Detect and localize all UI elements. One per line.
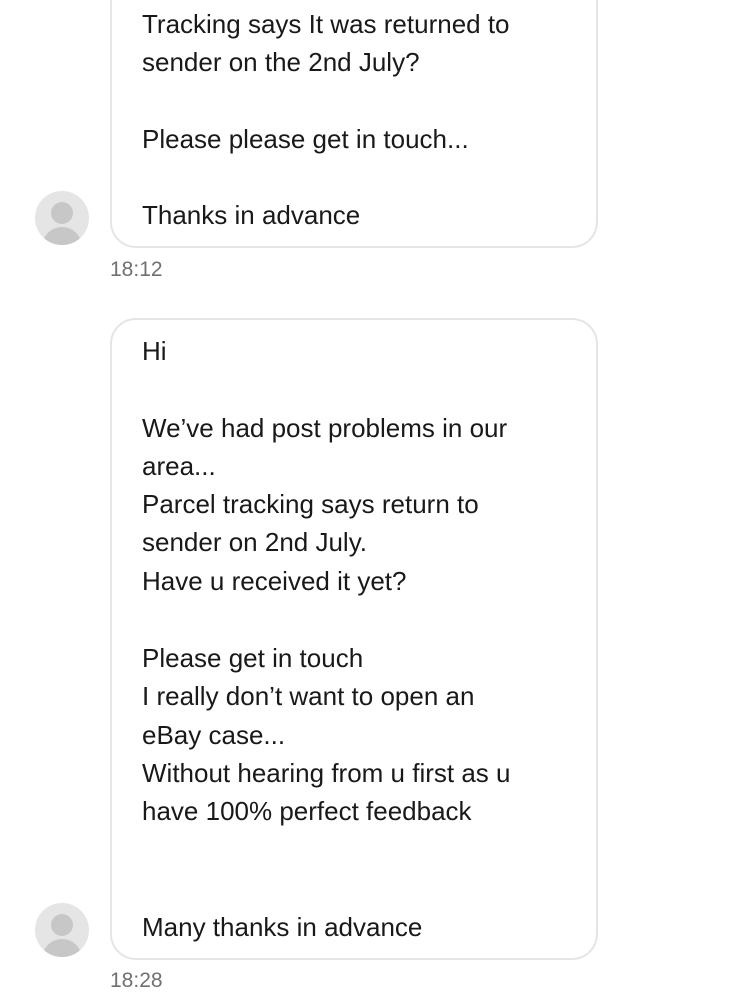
sender-avatar-icon: [35, 191, 89, 245]
message-line: area...: [142, 451, 216, 481]
message-line: have 100% perfect feedback: [142, 796, 472, 826]
avatar-head: [51, 914, 73, 936]
message-line: Hi: [142, 336, 167, 366]
message-line: I really don’t want to open an: [142, 681, 475, 711]
message-timestamp: 18:28: [110, 969, 163, 992]
message-bubble: Hi We’ve had post problems in our area..…: [110, 318, 598, 960]
message-line: Without hearing from u first as u: [142, 758, 511, 788]
message-line: Please please get in touch...: [142, 124, 469, 154]
message-line: eBay case...: [142, 720, 286, 750]
message-line: We’ve had post problems in our: [142, 413, 508, 443]
avatar-shoulders: [42, 227, 82, 245]
message-line: sender on the 2nd July?: [142, 47, 420, 77]
message-line: Parcel tracking says return to: [142, 489, 479, 519]
avatar-head: [51, 202, 73, 224]
message-line: Thanks in advance: [142, 200, 361, 230]
message-line: sender on 2nd July.: [142, 527, 367, 557]
message-line: Tracking says It was returned to: [142, 9, 510, 39]
message-timestamp: 18:12: [110, 258, 163, 281]
sender-avatar-icon: [35, 903, 89, 957]
message-bubble: Tracking says It was returned to sender …: [110, 0, 598, 248]
message-line: Many thanks in advance: [142, 912, 423, 942]
avatar-shoulders: [42, 939, 82, 957]
message-line: Have u received it yet?: [142, 566, 407, 596]
message-line: Please get in touch: [142, 643, 364, 673]
